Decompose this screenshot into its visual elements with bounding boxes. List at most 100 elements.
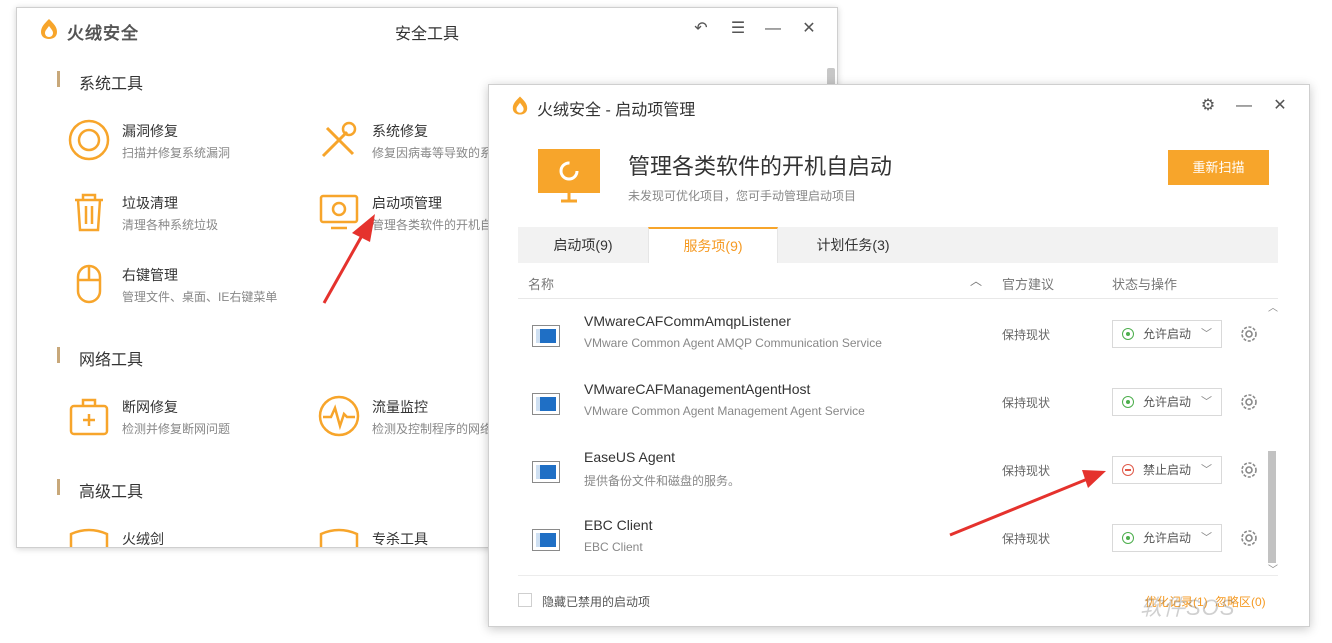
gear-icon[interactable] <box>1238 391 1260 413</box>
shield-icon <box>319 528 359 547</box>
chevron-down-icon: ﹀ <box>1201 328 1212 340</box>
mouse-icon <box>76 264 102 304</box>
gear-icon[interactable] <box>1238 459 1260 481</box>
watermark: 软件SOS <box>1140 595 1236 620</box>
status-block-icon <box>1122 464 1134 476</box>
close-icon[interactable]: ✕ <box>799 19 819 39</box>
column-advice: 官方建议 <box>1002 277 1055 292</box>
sort-chevron-up-icon[interactable]: ︿ <box>970 272 982 289</box>
section-heading-advanced: 高级工具 <box>57 478 143 502</box>
tab-bar: 启动项(9) 服务项(9) 计划任务(3) <box>518 227 1278 263</box>
startup-manager-window: 火绒安全 - 启动项管理 ⚙ — ✕ 管理各类软件的开机自启动 未发现可优化项目… <box>488 84 1310 627</box>
table-header: 名称 ︿ 官方建议 状态与操作 <box>518 263 1278 299</box>
column-status: 状态与操作 <box>1112 277 1178 292</box>
tool-desc: 检测并修复断网问题 <box>122 422 231 436</box>
service-name: VMwareCAFManagementAgentHost <box>584 381 811 397</box>
column-name[interactable]: 名称 <box>528 274 554 293</box>
hide-disabled-checkbox[interactable] <box>518 593 532 607</box>
status-label: 允许启动 <box>1143 395 1192 409</box>
tool-huorong-sword[interactable]: 火绒剑 <box>67 526 307 547</box>
tool-network-repair[interactable]: 断网修复 检测并修复断网问题 <box>67 394 307 442</box>
tab-service-items[interactable]: 服务项(9) <box>648 227 778 263</box>
tool-junk-clean[interactable]: 垃圾清理 清理各种系统垃圾 <box>67 190 307 238</box>
status-select[interactable]: 允许启动 ﹀ <box>1112 524 1222 552</box>
tool-name: 系统修复 <box>372 123 428 139</box>
vulnerability-icon <box>68 119 110 161</box>
section-heading-system: 系统工具 <box>57 70 143 94</box>
status-select[interactable]: 允许启动 ﹀ <box>1112 320 1222 348</box>
tool-name: 流量监控 <box>372 399 428 415</box>
official-advice: 保持现状 <box>1002 464 1051 478</box>
close-icon[interactable]: ✕ <box>1270 96 1290 116</box>
tool-desc: 管理文件、桌面、IE右键菜单 <box>122 290 278 304</box>
gear-icon[interactable] <box>1238 527 1260 549</box>
service-desc: 提供备份文件和磁盘的服务。 <box>584 474 741 488</box>
table-row: VMwareCAFCommAmqpListener VMware Common … <box>518 303 1258 371</box>
service-name: EBC Client <box>584 517 653 533</box>
table-row: VMwareCAFManagementAgentHost VMware Comm… <box>518 371 1258 439</box>
wrench-screwdriver-icon <box>321 121 357 158</box>
tool-name: 右键管理 <box>122 267 178 283</box>
service-icon <box>532 325 560 347</box>
official-advice: 保持现状 <box>1002 396 1051 410</box>
tool-desc: 清理各种系统垃圾 <box>122 218 219 232</box>
section-heading-network: 网络工具 <box>57 346 143 370</box>
startup-monitor-icon <box>319 194 359 230</box>
divider <box>518 575 1278 576</box>
table-row: EaseUS Agent 提供备份文件和磁盘的服务。 保持现状 禁止启动 ﹀ <box>518 439 1258 507</box>
menu-icon[interactable]: ☰ <box>728 19 748 39</box>
chevron-down-icon: ﹀ <box>1201 532 1212 544</box>
official-advice: 保持现状 <box>1002 532 1051 546</box>
scrollbar[interactable] <box>1268 451 1276 563</box>
tool-desc: 检测及控制程序的网络 <box>372 422 493 436</box>
chevron-down-icon: ﹀ <box>1201 464 1212 476</box>
title-bar: 火绒安全 安全工具 ↶ ☰ — ✕ <box>17 8 837 50</box>
window-title: 安全工具 <box>394 26 459 43</box>
tool-vuln-repair[interactable]: 漏洞修复 扫描并修复系统漏洞 <box>67 118 307 166</box>
tool-desc: 管理各类软件的开机自 <box>372 218 493 232</box>
hero-subtitle: 未发现可优化项目，您可手动管理启动项目 <box>628 189 857 203</box>
status-select[interactable]: 禁止启动 ﹀ <box>1112 456 1222 484</box>
service-desc: VMware Common Agent Management Agent Ser… <box>584 404 865 418</box>
tool-name: 启动项管理 <box>372 195 442 211</box>
service-icon <box>532 461 560 483</box>
window-title: 火绒安全 - 启动项管理 <box>537 102 696 119</box>
service-name: VMwareCAFCommAmqpListener <box>584 313 791 329</box>
service-icon <box>532 393 560 415</box>
startup-monitor-icon <box>538 149 600 203</box>
tool-name: 断网修复 <box>122 399 178 415</box>
tool-name: 火绒剑 <box>122 531 164 547</box>
settings-gear-icon[interactable]: ⚙ <box>1198 96 1218 116</box>
medkit-icon <box>69 398 109 436</box>
trash-icon <box>75 193 103 232</box>
status-allow-icon <box>1122 328 1134 340</box>
tool-desc: 扫描并修复系统漏洞 <box>122 146 231 160</box>
tool-name: 专杀工具 <box>372 531 428 547</box>
service-name: EaseUS Agent <box>584 449 676 465</box>
scroll-up-icon[interactable]: ︿ <box>1268 299 1278 314</box>
huorong-logo-icon <box>512 96 528 115</box>
scroll-down-icon[interactable]: ﹀ <box>1268 561 1278 576</box>
tool-context-menu[interactable]: 右键管理 管理文件、桌面、IE右键菜单 <box>67 262 307 310</box>
pulse-icon <box>318 395 360 437</box>
status-select[interactable]: 允许启动 ﹀ <box>1112 388 1222 416</box>
service-icon <box>532 529 560 551</box>
official-advice: 保持现状 <box>1002 328 1051 342</box>
gear-icon[interactable] <box>1238 323 1260 345</box>
service-desc: EBC Client <box>584 540 643 554</box>
minimize-icon[interactable]: — <box>1234 96 1254 116</box>
tool-name: 垃圾清理 <box>122 195 178 211</box>
minimize-icon[interactable]: — <box>763 19 783 39</box>
status-allow-icon <box>1122 532 1134 544</box>
tab-startup-items[interactable]: 启动项(9) <box>518 227 648 263</box>
hero-title: 管理各类软件的开机自启动 <box>628 154 893 179</box>
status-label: 允许启动 <box>1143 327 1192 341</box>
tool-name: 漏洞修复 <box>122 123 178 139</box>
hide-disabled-label: 隐藏已禁用的启动项 <box>542 595 651 609</box>
back-icon[interactable]: ↶ <box>691 19 711 39</box>
tab-scheduled-tasks[interactable]: 计划任务(3) <box>778 227 928 263</box>
chevron-down-icon: ﹀ <box>1201 396 1212 408</box>
status-label: 允许启动 <box>1143 531 1192 545</box>
status-label: 禁止启动 <box>1143 463 1192 477</box>
rescan-button[interactable]: 重新扫描 <box>1168 150 1269 185</box>
